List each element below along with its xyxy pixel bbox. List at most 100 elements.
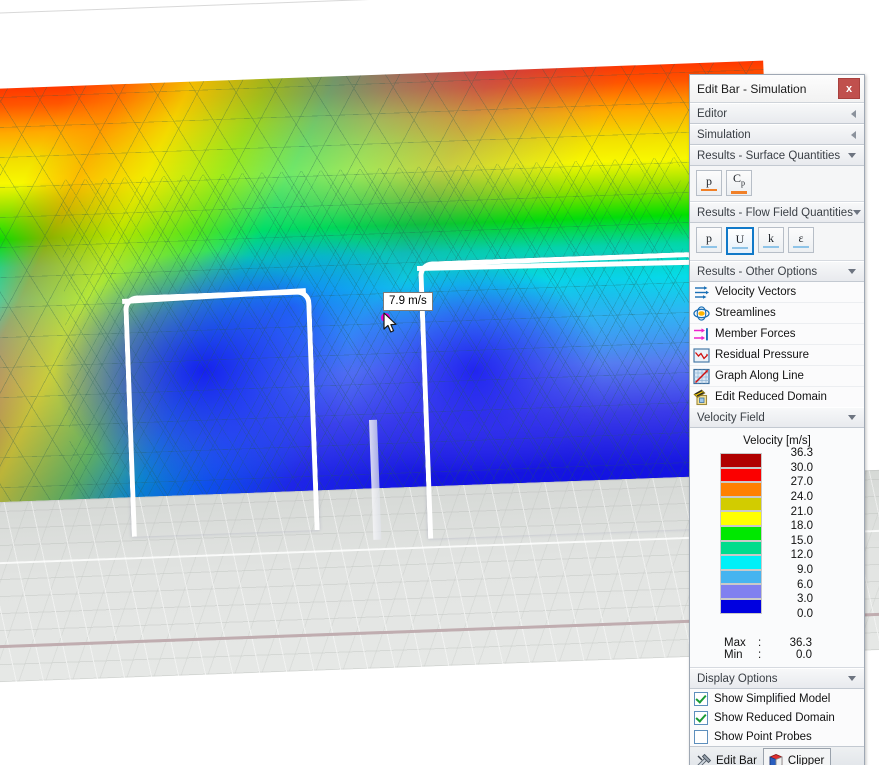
- checkbox-label: Show Simplified Model: [714, 692, 831, 705]
- option-label: Member Forces: [715, 328, 796, 340]
- legend-row: 0.0: [720, 608, 860, 629]
- section-header-velocity-field[interactable]: Velocity Field: [690, 407, 864, 428]
- legend-value: 0.0: [797, 607, 813, 620]
- option-residual-pressure[interactable]: Residual Pressure: [690, 345, 864, 366]
- checkbox-row-show-simplified-model[interactable]: Show Simplified Model: [690, 689, 864, 709]
- option-member-forces[interactable]: Member Forces: [690, 324, 864, 345]
- section-header-simulation[interactable]: Simulation: [690, 124, 864, 145]
- legend-min-key: Min: [724, 649, 743, 662]
- section-header-editor[interactable]: Editor: [690, 103, 864, 124]
- edit-reduced-domain-icon: [693, 388, 708, 405]
- legend-swatch: [720, 525, 762, 541]
- chevron-down-icon: [848, 269, 856, 274]
- simplified-building-left[interactable]: [123, 289, 320, 537]
- panel-tabstrip: Edit Bar Clipper: [690, 746, 864, 765]
- surface-p-button[interactable]: p: [696, 170, 722, 196]
- legend-swatch: [720, 540, 762, 556]
- option-edit-reduced-domain[interactable]: Edit Reduced Domain: [690, 387, 864, 407]
- chevron-down-icon: [848, 676, 856, 682]
- legend-max-value: 36.3: [789, 637, 812, 650]
- flow-k-button[interactable]: k: [758, 227, 784, 253]
- chevron-left-icon: [851, 130, 856, 139]
- legend-value: 3.0: [797, 593, 813, 606]
- surface-cp-underline: [731, 191, 747, 194]
- probe-value-tooltip: 7.9 m/s: [383, 292, 433, 311]
- tab-edit-bar[interactable]: Edit Bar: [692, 750, 763, 765]
- legend-title: Velocity [m/s]: [743, 435, 811, 447]
- checkbox-show-reduced-domain[interactable]: [694, 710, 708, 725]
- legend-min-line: Min : 0.0: [724, 649, 860, 661]
- checkbox-row-show-point-probes[interactable]: Show Point Probes: [690, 727, 864, 747]
- graph-along-line-icon: [693, 368, 710, 384]
- legend-colon: :: [758, 649, 762, 662]
- chevron-down-icon: [852, 210, 861, 215]
- section-header-surface-quantities[interactable]: Results - Surface Quantities: [690, 145, 864, 166]
- section-header-other-options[interactable]: Results - Other Options: [690, 261, 864, 282]
- checkbox-row-show-reduced-domain[interactable]: Show Reduced Domain: [690, 708, 864, 728]
- checkbox-label: Show Point Probes: [714, 730, 812, 743]
- legend-value: 6.0: [797, 578, 813, 591]
- option-graph-along-line[interactable]: Graph Along Line: [690, 366, 864, 387]
- tab-clipper[interactable]: Clipper: [762, 748, 832, 765]
- chevron-left-icon: [851, 109, 856, 118]
- surface-cp-button[interactable]: Cp: [726, 170, 752, 196]
- display-options-body: Show Simplified Model Show Reduced Domai…: [690, 689, 864, 747]
- flow-epsilon-button[interactable]: ε: [788, 227, 814, 253]
- option-label: Residual Pressure: [715, 349, 809, 361]
- flow-k-glyph: k: [768, 230, 774, 245]
- legend-swatch: [720, 467, 762, 483]
- flow-u-button[interactable]: U: [726, 227, 754, 255]
- tab-label: Edit Bar: [716, 755, 757, 765]
- close-icon[interactable]: x: [838, 78, 860, 99]
- section-label-simulation: Simulation: [697, 128, 751, 141]
- option-label: Streamlines: [715, 307, 776, 319]
- chevron-down-icon: [848, 153, 856, 158]
- velocity-legend: Velocity [m/s] 36.3 30.0 27.0 24.0 21.0 …: [690, 428, 864, 669]
- legend-value: 15.0: [790, 534, 813, 547]
- edit-bar-panel[interactable]: Edit Bar - Simulation x Editor Simulatio…: [689, 74, 865, 765]
- clipper-icon: [769, 753, 783, 765]
- surface-quantities-body: p Cp: [690, 166, 864, 202]
- legend-swatch: [720, 598, 762, 614]
- surface-cp-glyph: Cp: [732, 171, 745, 188]
- flow-field-quantities-body: p U k ε: [690, 223, 864, 261]
- checkbox-show-simplified-model[interactable]: [694, 691, 708, 706]
- flow-p-button[interactable]: p: [696, 227, 722, 253]
- legend-swatch: [720, 496, 762, 512]
- legend-value: 12.0: [790, 549, 813, 562]
- simplified-building-right[interactable]: [418, 251, 710, 539]
- tools-icon: [697, 753, 712, 765]
- option-label: Edit Reduced Domain: [715, 391, 827, 403]
- application-window: 7.9 m/s Edit Bar - Simulation x Editor S…: [0, 0, 879, 765]
- legend-colon: :: [758, 637, 762, 650]
- legend-swatch: [720, 584, 762, 599]
- surface-quantity-buttons: p Cp: [694, 169, 860, 198]
- flow-u-underline: [732, 246, 748, 250]
- legend-rows: 36.3 30.0 27.0 24.0 21.0 18.0 15.0 12.0 …: [694, 447, 860, 629]
- option-streamlines[interactable]: Streamlines: [690, 303, 864, 324]
- chevron-down-icon: [848, 415, 856, 420]
- section-label-flow-field-quantities: Results - Flow Field Quantities: [697, 206, 853, 219]
- tab-label: Clipper: [787, 754, 825, 765]
- member-forces-icon: [694, 327, 708, 340]
- streamlines-icon: [693, 305, 710, 321]
- checkbox-show-point-probes[interactable]: [694, 729, 708, 744]
- flow-epsilon-underline: [793, 245, 809, 249]
- section-label-surface-quantities: Results - Surface Quantities: [697, 149, 841, 162]
- section-header-display-options[interactable]: Display Options: [690, 668, 864, 690]
- option-velocity-vectors[interactable]: Velocity Vectors: [690, 282, 864, 303]
- section-header-flow-field-quantities[interactable]: Results - Flow Field Quantities: [690, 202, 864, 223]
- residual-pressure-icon: [693, 347, 710, 363]
- panel-titlebar[interactable]: Edit Bar - Simulation x: [690, 75, 864, 103]
- panel-title: Edit Bar - Simulation: [697, 81, 807, 96]
- legend-swatch: [720, 511, 762, 526]
- legend-value: 24.0: [790, 491, 813, 504]
- legend-value: 27.0: [790, 476, 813, 489]
- flow-k-underline: [763, 245, 779, 249]
- legend-max-key: Max: [724, 637, 746, 650]
- flow-epsilon-glyph: ε: [798, 230, 804, 245]
- legend-value: 36.3: [790, 447, 813, 460]
- velocity-vectors-icon: [695, 285, 709, 299]
- legend-swatch: [720, 453, 762, 468]
- legend-swatch: [720, 569, 762, 585]
